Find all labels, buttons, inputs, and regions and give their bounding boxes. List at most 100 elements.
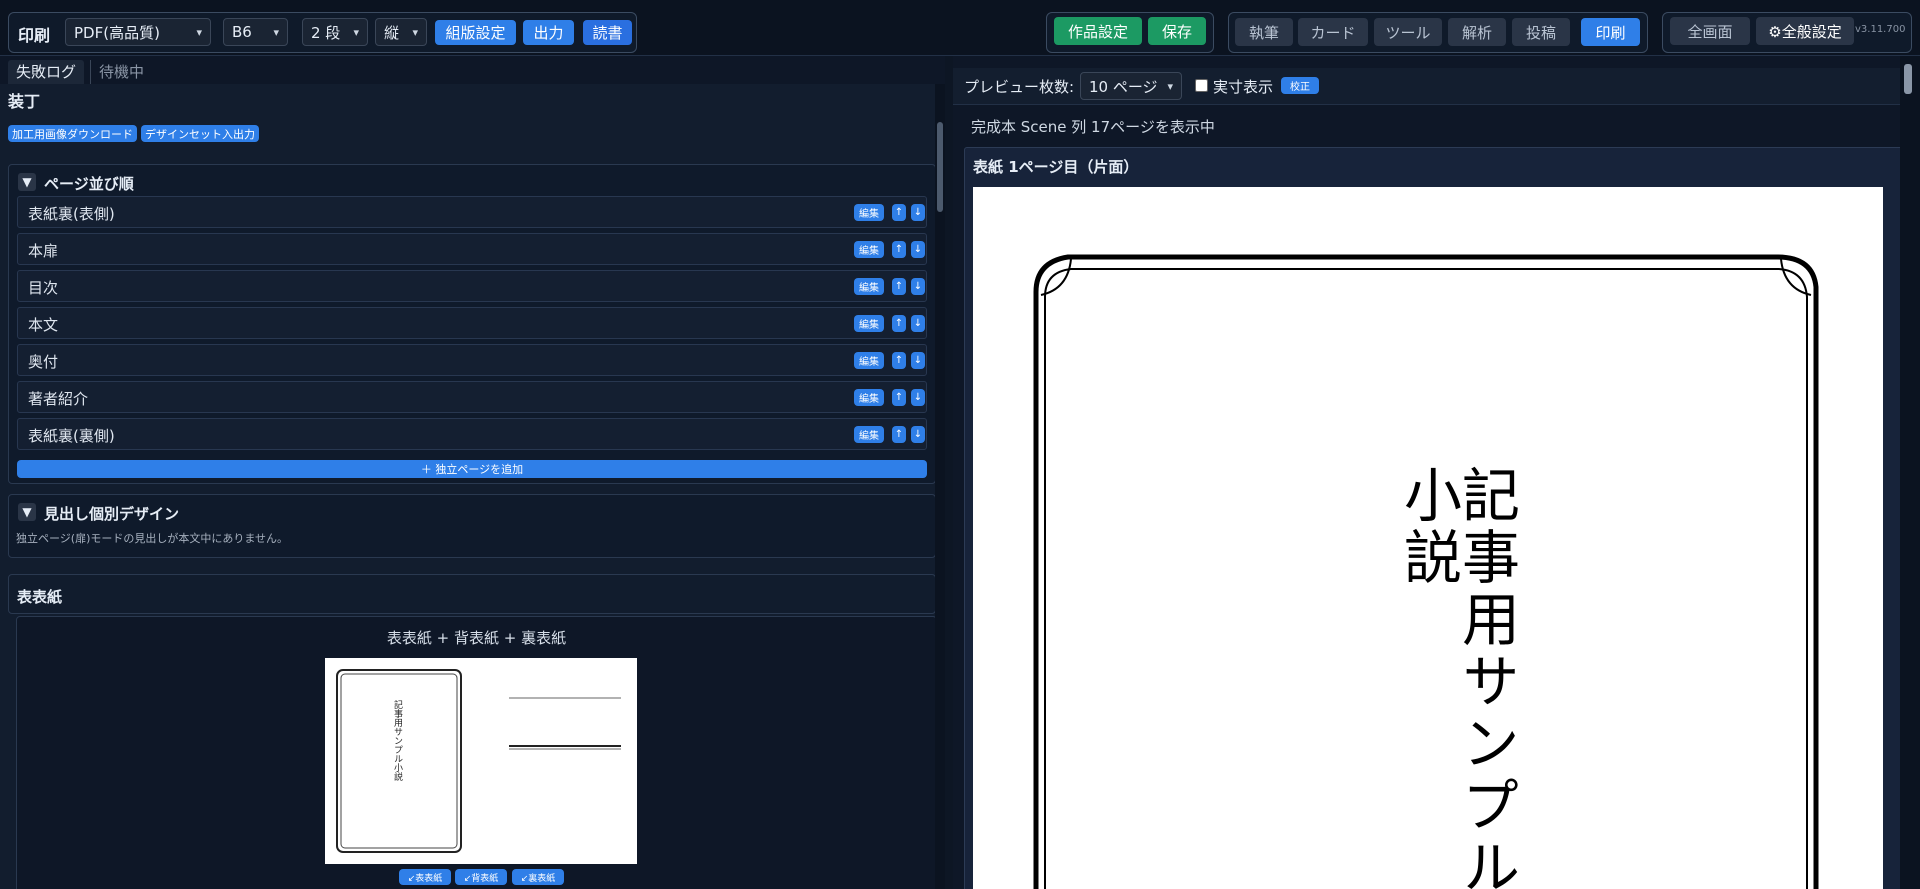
nav-tab-writing[interactable]: 執筆 — [1235, 18, 1293, 46]
preview-page-card: 表紙 1ページ目（片面） 記事用サンプル小説 — [964, 147, 1904, 889]
move-down-button[interactable]: ↓ — [911, 278, 925, 295]
page-order-row[interactable]: 本文 編集 ↑ ↓ — [17, 307, 927, 339]
preview-count-label: プレビュー枚数: — [964, 78, 1075, 96]
move-up-button[interactable]: ↑ — [892, 278, 906, 295]
actual-size-label: 実寸表示 — [1213, 78, 1274, 96]
save-button[interactable]: 保存 — [1148, 17, 1206, 45]
download-image-button[interactable]: 加工用画像ダウンロード — [8, 125, 137, 142]
layout-settings-button[interactable]: 組版設定 — [435, 20, 516, 45]
nav-tab-print[interactable]: 印刷 — [1581, 18, 1640, 46]
page-order-row[interactable]: 表紙裏(裏側) 編集 ↑ ↓ — [17, 418, 927, 450]
preview-scrollbar-thumb[interactable] — [1904, 64, 1912, 94]
cover-header: 表表紙 — [8, 574, 935, 614]
preview-page-title: 表紙 1ページ目（片面） — [973, 158, 1139, 176]
version-label: v3.11.700 — [1855, 24, 1906, 35]
columns-select[interactable]: 2 段 ▾ — [302, 18, 368, 46]
move-up-button[interactable]: ↑ — [892, 241, 906, 258]
heading-design-panel: ▼ 見出し個別デザイン 独立ページ(扉)モードの見出しが本文中にありません。 — [8, 494, 935, 558]
size-select-value: B6 — [232, 23, 252, 41]
cover-preview-box: 表表紙 + 背表紙 + 裏表紙 記事用サンプル小説 ↙表表紙 ↙背表紙 ↙裏表紙 — [16, 616, 935, 889]
preview-count-value: 10 ページ — [1089, 77, 1158, 96]
nav-tab-post[interactable]: 投稿 — [1512, 18, 1570, 46]
edit-button[interactable]: 編集 — [854, 315, 884, 332]
move-down-button[interactable]: ↓ — [911, 315, 925, 332]
cover-spread-thumbnail[interactable]: 記事用サンプル小説 — [325, 658, 637, 864]
page-order-row-label: 表紙裏(裏側) — [28, 427, 115, 445]
page-order-row-label: 本文 — [28, 316, 59, 334]
move-up-button[interactable]: ↑ — [892, 389, 906, 406]
page-order-row[interactable]: 本扉 編集 ↑ ↓ — [17, 233, 927, 265]
cover-thumb-title: 記事用サンプル小説 — [392, 700, 402, 781]
move-up-button[interactable]: ↑ — [892, 204, 906, 221]
page-order-row[interactable]: 著者紹介 編集 ↑ ↓ — [17, 381, 927, 413]
page-order-row-label: 奥付 — [28, 353, 59, 371]
left-scrollbar[interactable] — [935, 84, 945, 889]
edit-button[interactable]: 編集 — [854, 241, 884, 258]
page-order-row[interactable]: 目次 編集 ↑ ↓ — [17, 270, 927, 302]
collapse-triangle-icon: ▼ — [22, 175, 32, 189]
actual-size-checkbox[interactable] — [1195, 79, 1208, 92]
cover-title: 表表紙 — [17, 588, 63, 606]
cover-vertical-title: 記事用サンプル小説 — [1394, 465, 1520, 889]
preview-status: 完成本 Scene 列 17ページを表示中 — [971, 118, 1215, 136]
left-panel: 失敗ログ 待機中 装丁 加工用画像ダウンロード デザインセット入出力 ▼ ページ… — [0, 56, 945, 889]
heading-design-title: 見出し個別デザイン — [44, 505, 180, 523]
designset-io-button[interactable]: デザインセット入出力 — [141, 125, 259, 142]
format-select[interactable]: PDF(高品質) ▾ — [65, 18, 211, 46]
tab-failure-log[interactable]: 失敗ログ — [8, 60, 85, 84]
read-button[interactable]: 読書 — [583, 20, 632, 45]
front-cover-button[interactable]: ↙表表紙 — [399, 869, 451, 885]
global-actions-group: 全画面 ⚙全般設定 v3.11.700 — [1662, 12, 1912, 53]
preview-scrollbar[interactable] — [1900, 56, 1920, 889]
cover-spread-frame — [336, 669, 621, 853]
binding-heading: 装丁 — [8, 92, 41, 111]
orientation-select-value: 縦 — [384, 23, 400, 42]
cover-page-preview: 記事用サンプル小説 — [973, 187, 1883, 889]
move-up-button[interactable]: ↑ — [892, 315, 906, 332]
fullscreen-button[interactable]: 全画面 — [1670, 17, 1750, 45]
move-down-button[interactable]: ↓ — [911, 352, 925, 369]
size-select[interactable]: B6 ▾ — [223, 18, 288, 46]
output-button[interactable]: 出力 — [523, 20, 574, 45]
page-order-toggle-button[interactable]: ▼ — [18, 173, 36, 191]
page-order-row[interactable]: 奥付 編集 ↑ ↓ — [17, 344, 927, 376]
nav-tab-tools[interactable]: ツール — [1374, 18, 1442, 46]
orientation-select[interactable]: 縦 ▾ — [375, 18, 427, 46]
edit-button[interactable]: 編集 — [854, 204, 884, 221]
print-settings-group: 印刷 PDF(高品質) ▾ B6 ▾ 2 段 ▾ 縦 ▾ 組版設定 出力 読書 — [8, 12, 637, 53]
heading-design-toggle-button[interactable]: ▼ — [18, 503, 36, 521]
columns-select-value: 2 段 — [311, 23, 341, 42]
move-down-button[interactable]: ↓ — [911, 426, 925, 443]
edit-button[interactable]: 編集 — [854, 389, 884, 406]
collapse-triangle-icon: ▼ — [22, 505, 32, 519]
left-scroll-area: 装丁 加工用画像ダウンロード デザインセット入出力 ▼ ページ並び順 表紙裏(表… — [0, 84, 935, 889]
chevron-down-icon: ▾ — [1167, 79, 1173, 93]
move-down-button[interactable]: ↓ — [911, 204, 925, 221]
preview-controls: プレビュー枚数: 10 ページ ▾ 実寸表示 校正 — [953, 68, 1900, 105]
page-order-row-label: 目次 — [28, 279, 59, 297]
move-down-button[interactable]: ↓ — [911, 389, 925, 406]
page-order-row[interactable]: 表紙裏(表側) 編集 ↑ ↓ — [17, 196, 927, 228]
back-cover-button[interactable]: ↙裏表紙 — [512, 869, 564, 885]
move-down-button[interactable]: ↓ — [911, 241, 925, 258]
work-settings-button[interactable]: 作品設定 — [1054, 17, 1142, 45]
chevron-down-icon: ▾ — [273, 25, 279, 39]
format-select-value: PDF(高品質) — [74, 23, 160, 42]
move-up-button[interactable]: ↑ — [892, 352, 906, 369]
edit-button[interactable]: 編集 — [854, 426, 884, 443]
tab-pending[interactable]: 待機中 — [90, 60, 152, 84]
spine-button[interactable]: ↙背表紙 — [455, 869, 507, 885]
global-settings-button[interactable]: ⚙全般設定 — [1756, 17, 1854, 45]
proof-button[interactable]: 校正 — [1281, 77, 1319, 94]
left-scrollbar-thumb[interactable] — [937, 122, 943, 212]
edit-button[interactable]: 編集 — [854, 352, 884, 369]
preview-count-select[interactable]: 10 ページ ▾ — [1080, 72, 1182, 100]
chevron-down-icon: ▾ — [412, 25, 418, 39]
move-up-button[interactable]: ↑ — [892, 426, 906, 443]
nav-tab-cards[interactable]: カード — [1298, 18, 1368, 46]
work-actions-group: 作品設定 保存 — [1046, 12, 1214, 53]
nav-tab-analysis[interactable]: 解析 — [1448, 18, 1506, 46]
add-standalone-page-button[interactable]: ＋ 独立ページを追加 — [17, 460, 927, 478]
edit-button[interactable]: 編集 — [854, 278, 884, 295]
page-order-panel: ▼ ページ並び順 表紙裏(表側) 編集 ↑ ↓ 本扉 編集 ↑ ↓ 目次 編集 ↑ ↓ 本文 編集 ↑ ↓ 奥付… — [8, 164, 935, 484]
